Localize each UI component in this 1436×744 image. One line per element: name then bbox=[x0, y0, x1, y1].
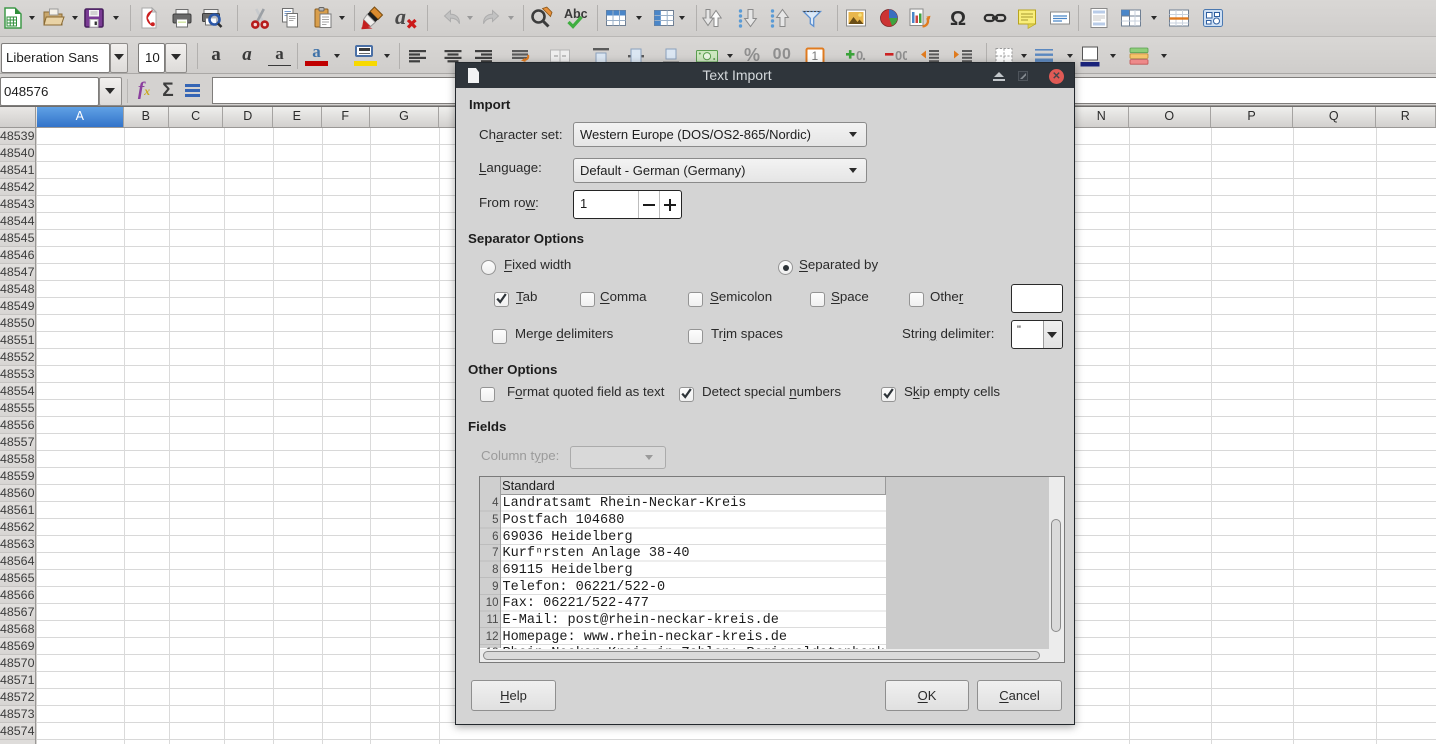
svg-text:00: 00 bbox=[895, 48, 907, 63]
svg-text:Abc: Abc bbox=[564, 7, 588, 21]
svg-text:0: 0 bbox=[856, 48, 863, 63]
svg-text:a: a bbox=[395, 6, 406, 29]
svg-text:Ω: Ω bbox=[950, 8, 966, 30]
svg-text:1: 1 bbox=[812, 49, 819, 63]
